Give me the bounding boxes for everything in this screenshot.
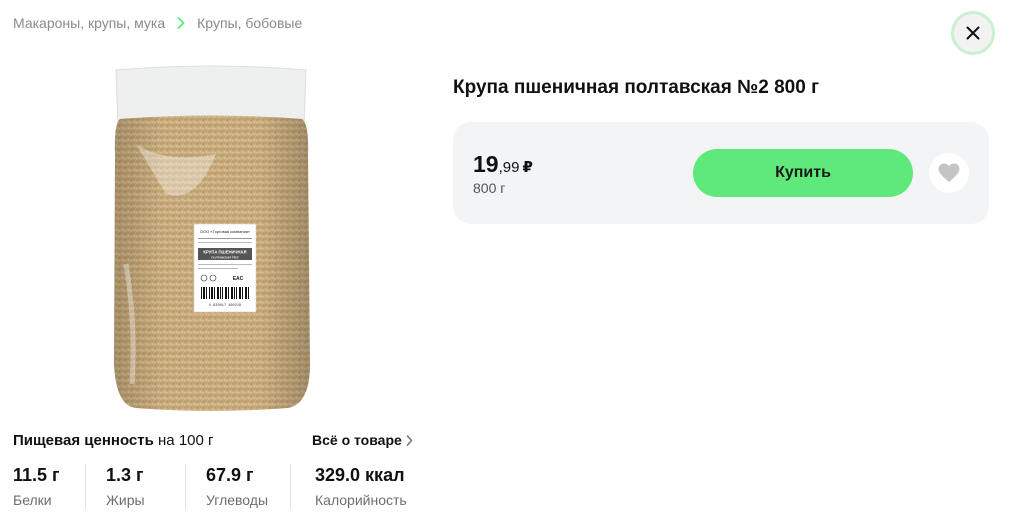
label-eac-mark: EAC xyxy=(233,276,244,282)
price: 19 ,99 ₽ xyxy=(473,151,533,178)
product-weight: 800 г xyxy=(473,180,506,196)
nutrition-title: Пищевая ценность xyxy=(13,432,154,449)
nutrient-label: Жиры xyxy=(106,492,145,508)
nutrition-facts: 11.5 г Белки 1.3 г Жиры 67.9 г Углеводы … xyxy=(13,462,431,512)
nutrient-calories: 329.0 ккал Калорийность xyxy=(291,462,431,512)
price-integer: 19 xyxy=(473,151,499,177)
label-product-name: КРУПА ПШЕНИЧНАЯ xyxy=(203,250,246,255)
buy-button[interactable]: Купить xyxy=(693,149,913,197)
nutrient-label: Углеводы xyxy=(206,492,269,508)
buy-card: 19 ,99 ₽ 800 г Купить xyxy=(453,122,989,224)
nutrient-protein: 11.5 г Белки xyxy=(13,462,86,512)
currency-symbol: ₽ xyxy=(522,159,533,176)
heart-icon xyxy=(938,163,960,183)
all-about-product-link[interactable]: Всё о товаре xyxy=(312,432,413,448)
nutrient-fat: 1.3 г Жиры xyxy=(86,462,186,512)
nutrient-value: 1.3 г xyxy=(106,465,144,485)
nutrition-heading: Пищевая ценность на 100 г xyxy=(13,432,214,449)
chevron-right-icon xyxy=(406,434,413,446)
close-icon xyxy=(966,26,980,40)
chevron-right-icon xyxy=(170,15,192,31)
nutrient-value: 329.0 ккал xyxy=(315,465,405,485)
barcode xyxy=(200,286,250,300)
product-image: ООО «Торговая компания» КРУПА ПШЕНИЧНАЯ … xyxy=(114,65,310,411)
nutrient-value: 67.9 г xyxy=(206,465,254,485)
price-fraction: ,99 xyxy=(498,159,520,176)
all-about-label: Всё о товаре xyxy=(312,432,402,448)
product-title: Крупа пшеничная полтавская №2 800 г xyxy=(453,77,820,98)
nutrition-per: на 100 г xyxy=(153,432,214,449)
nutrient-label: Калорийность xyxy=(315,492,407,508)
favorite-button[interactable] xyxy=(929,153,969,193)
label-company: ООО «Торговая компания» xyxy=(200,229,251,234)
nutrient-carbs: 67.9 г Углеводы xyxy=(186,462,291,512)
label-barcode-number: 4 620017 460219 xyxy=(209,304,241,308)
breadcrumb: Макароны, крупы, мука Крупы, бобовые xyxy=(13,15,302,31)
label-product-subname: полтавская №2 xyxy=(211,256,238,260)
nutrient-value: 11.5 г xyxy=(13,465,60,485)
breadcrumb-item-grains-legumes[interactable]: Крупы, бобовые xyxy=(197,15,302,31)
breadcrumb-item-pasta-grains-flour[interactable]: Макароны, крупы, мука xyxy=(13,15,165,31)
nutrient-label: Белки xyxy=(13,492,52,508)
close-button[interactable] xyxy=(951,11,995,55)
